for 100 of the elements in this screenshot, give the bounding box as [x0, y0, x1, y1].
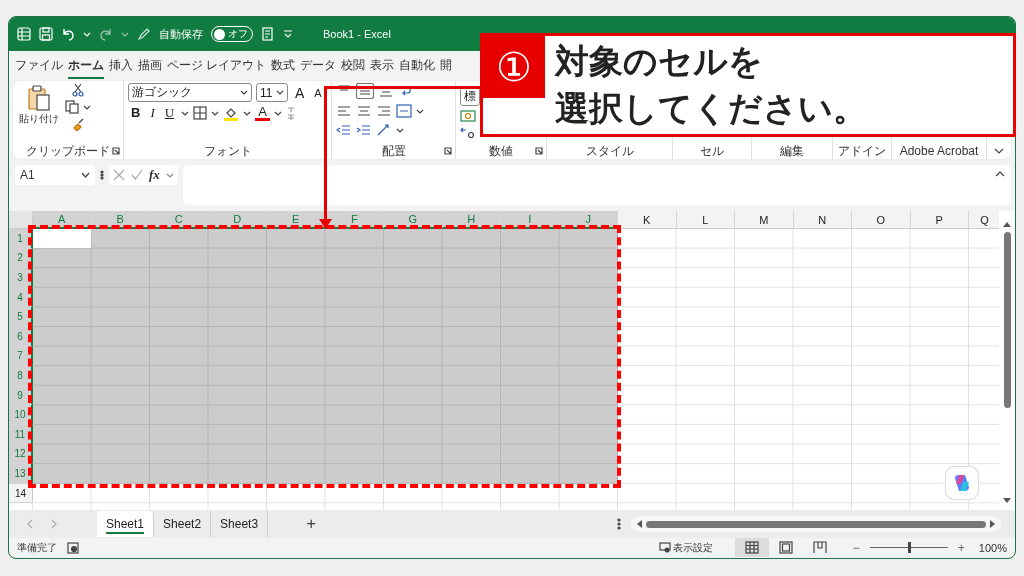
insert-function-button[interactable]: fx [149, 167, 160, 183]
column-header[interactable]: O [852, 211, 911, 229]
caret-icon[interactable] [396, 127, 404, 133]
borders-icon[interactable] [193, 106, 208, 120]
ribbon-tab[interactable]: 自動化 [399, 53, 436, 79]
align-right-icon[interactable] [376, 105, 392, 117]
grow-font-button[interactable]: A [292, 84, 308, 101]
row-header[interactable]: 10 [9, 405, 33, 425]
row-header[interactable]: 5 [9, 307, 33, 327]
shrink-font-button[interactable]: A [311, 84, 325, 101]
row-header[interactable]: 8 [9, 366, 33, 386]
column-header[interactable]: L [676, 211, 735, 229]
step-number: ① [483, 36, 545, 98]
collapse-icon[interactable] [995, 171, 1005, 177]
view-button[interactable] [734, 538, 769, 557]
collapse-ribbon-icon[interactable] [994, 148, 1004, 154]
decrease-indent-icon[interactable] [336, 124, 352, 136]
save-icon[interactable] [39, 27, 53, 41]
align-center-icon[interactable] [356, 105, 372, 117]
window-title: Book1 - Excel [323, 28, 391, 40]
increase-indent-icon[interactable] [356, 124, 372, 136]
brush-icon[interactable] [71, 117, 85, 131]
column-header[interactable]: N [793, 211, 852, 229]
bold-button[interactable]: B [128, 105, 144, 121]
select-all-corner[interactable] [9, 211, 33, 229]
scrollbar-thumb[interactable] [646, 520, 986, 528]
caret-icon[interactable] [181, 110, 190, 116]
ribbon-tab[interactable]: 校閲 [341, 53, 366, 79]
align-left-icon[interactable] [336, 105, 352, 117]
clipboard-icon [27, 85, 51, 111]
orientation-icon[interactable] [376, 123, 392, 137]
paste-button[interactable]: 貼り付け [17, 83, 61, 141]
decimal-icon[interactable] [460, 126, 476, 140]
spreadsheet-icon[interactable] [17, 27, 31, 41]
formula-input[interactable] [182, 165, 1011, 205]
caret-icon[interactable] [211, 110, 220, 116]
callout-text: 選択してください。 [555, 88, 867, 129]
font-name-dropdown[interactable]: 游ゴシック [128, 83, 252, 102]
column-header[interactable]: M [735, 211, 794, 229]
ribbon-tab[interactable]: ホーム [68, 53, 104, 79]
dialog-launcher-icon[interactable] [444, 147, 452, 155]
ribbon-tab[interactable]: ファイル [15, 53, 63, 79]
font-color-button[interactable]: A [255, 105, 270, 121]
sheet-tab[interactable]: Sheet1 [97, 511, 155, 537]
ribbon-tab[interactable]: ページ レイアウト [167, 53, 267, 79]
dialog-launcher-icon[interactable] [535, 147, 543, 155]
font-size-dropdown[interactable]: 11 [256, 83, 288, 102]
row-header[interactable]: 13 [9, 464, 33, 484]
underline-button[interactable]: U [161, 105, 178, 121]
group-label: 配置 [381, 142, 406, 160]
italic-button[interactable]: I [147, 105, 158, 121]
active-cell[interactable] [33, 229, 91, 248]
dialog-launcher-icon[interactable] [112, 147, 120, 155]
scissors-icon[interactable] [71, 83, 85, 97]
column-header[interactable]: Q [969, 211, 1000, 229]
zoom-in-button[interactable]: + [957, 540, 965, 555]
name-box[interactable]: A1 [15, 165, 95, 185]
caret-icon[interactable] [273, 110, 282, 116]
row-header[interactable]: 3 [9, 268, 33, 288]
check-icon [131, 169, 143, 181]
ribbon-tab[interactable]: 挿入 [109, 53, 133, 79]
ribbon-tab[interactable]: 表示 [370, 53, 395, 79]
scroll-right-icon[interactable] [990, 520, 996, 528]
undo-icon[interactable] [61, 27, 75, 41]
callout-text: 対象のセルを [555, 41, 764, 82]
dropdown-icon[interactable] [283, 30, 293, 38]
ribbon-tab[interactable]: 数式 [271, 53, 296, 79]
ribbon-tab[interactable]: 描画 [138, 53, 162, 79]
caret-icon[interactable] [416, 108, 424, 114]
copy-icon[interactable] [65, 100, 79, 114]
column-header[interactable]: P [910, 211, 969, 229]
autosave-label: 自動保存 [159, 26, 203, 42]
row-header[interactable]: 1 [9, 229, 33, 249]
merge-cells-icon[interactable] [396, 104, 412, 118]
add-sheet-button[interactable]: + [300, 513, 323, 535]
cancel-icon [113, 169, 125, 181]
macro-record-icon[interactable] [67, 541, 79, 554]
display-settings-button[interactable]: 表示設定 [658, 540, 713, 555]
align-middle-icon[interactable] [356, 83, 374, 99]
scroll-up-icon[interactable] [1002, 221, 1012, 228]
group-label: アドイン [838, 142, 886, 160]
scroll-down-icon[interactable] [1002, 497, 1012, 504]
zoom-out-button[interactable]: − [852, 540, 860, 555]
more-icon[interactable] [617, 517, 621, 531]
pen-icon[interactable] [137, 27, 151, 41]
document-icon[interactable] [261, 27, 275, 41]
zoom-slider-thumb[interactable] [907, 542, 911, 553]
caret-icon[interactable] [243, 110, 252, 116]
caret-icon[interactable] [83, 104, 91, 110]
group-label: セル [700, 142, 724, 160]
ribbon-tab[interactable]: 開 [440, 53, 453, 79]
scroll-left-icon[interactable] [636, 520, 642, 528]
ribbon-tab[interactable]: データ [300, 53, 337, 79]
scrollbar-thumb[interactable] [1003, 232, 1011, 408]
sheet-tab[interactable]: Sheet2 [154, 511, 212, 537]
group-label: クリップボード [26, 142, 110, 160]
copilot-icon[interactable] [945, 466, 980, 500]
status-text: 準備完了 [17, 540, 57, 555]
sheet-tab[interactable]: Sheet3 [211, 511, 269, 537]
column-header[interactable]: K [618, 211, 677, 229]
